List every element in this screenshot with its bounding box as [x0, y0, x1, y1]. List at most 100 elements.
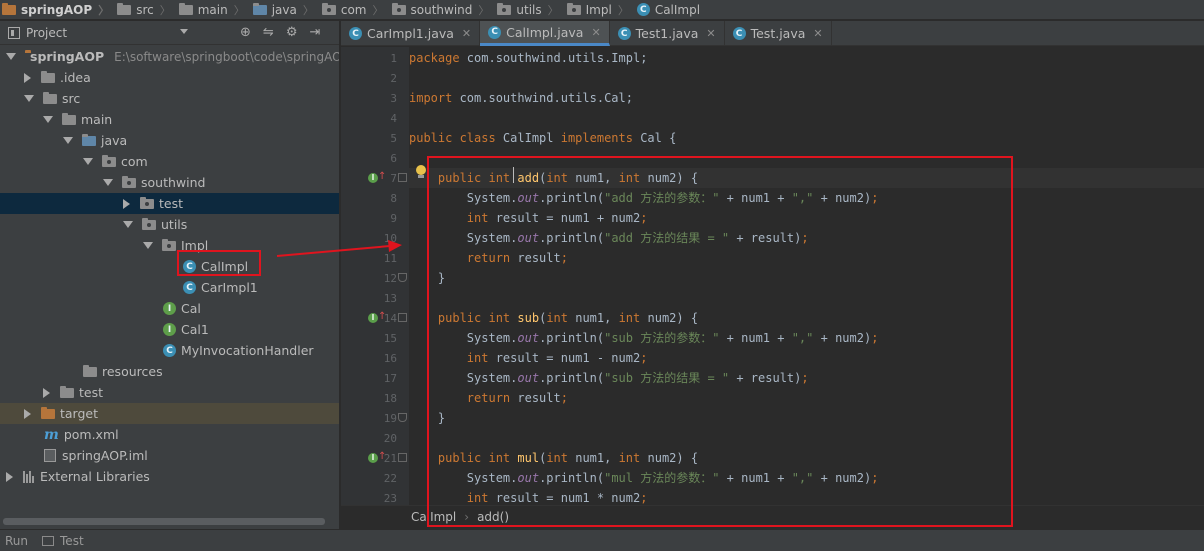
expand-arrow-icon[interactable]	[24, 95, 34, 102]
collapse-arrow-icon[interactable]	[24, 408, 31, 419]
tree-item-myinvocationhandler[interactable]: C MyInvocationHandler	[0, 340, 339, 361]
line-number: 22	[383, 472, 397, 485]
tree-item-idea[interactable]: .idea	[0, 67, 339, 88]
breadcrumb-calimpl[interactable]: C CalImpl	[633, 0, 702, 19]
project-panel-title: Project	[26, 25, 68, 40]
fold-marker-icon[interactable]	[398, 173, 407, 182]
breadcrumb-com[interactable]: com 〉	[318, 0, 388, 19]
tree-item-src[interactable]: src	[0, 88, 339, 109]
fold-marker-icon[interactable]	[398, 413, 407, 422]
tab-test1[interactable]: C Test1.java ✕	[610, 21, 725, 46]
view-mode-dropdown-icon[interactable]	[180, 29, 188, 34]
package-icon	[566, 2, 581, 15]
implements-method-icon[interactable]: I ↑	[368, 451, 386, 464]
footer-class-crumb[interactable]: CalImpl	[411, 510, 456, 524]
collapse-all-icon[interactable]: ⇋	[263, 25, 274, 40]
expand-arrow-icon[interactable]	[6, 53, 16, 60]
tree-item-springaop[interactable]: springAOP E:\software\springboot\code\spr…	[0, 46, 340, 67]
collapse-arrow-icon[interactable]	[123, 198, 130, 209]
collapse-arrow-icon[interactable]	[24, 72, 31, 83]
tree-item-main[interactable]: main	[0, 109, 339, 130]
breadcrumb-label: CalImpl	[654, 2, 701, 17]
implements-method-icon[interactable]: I ↑	[368, 171, 386, 184]
line-number-gutter: 1 2 3 4 5 6 7 8 9 10 11 12 13 14 15 16 17 18 19 20 21 22 23	[341, 47, 397, 505]
hide-panel-icon[interactable]: ⇥	[309, 25, 320, 40]
line-number: 23	[383, 492, 397, 505]
tree-item-resources[interactable]: resources	[0, 361, 339, 382]
close-icon[interactable]: ✕	[706, 27, 715, 40]
tab-calimpl[interactable]: C CalImpl.java ✕	[480, 21, 610, 46]
tree-item-label: Impl	[181, 238, 209, 253]
tab-test[interactable]: C Test.java ✕	[725, 21, 832, 46]
settings-gear-icon[interactable]: ⚙	[286, 25, 298, 40]
tree-item-calimpl[interactable]: C CalImpl	[0, 256, 339, 277]
collapse-arrow-icon[interactable]	[6, 471, 13, 482]
folder-icon	[252, 2, 267, 15]
tab-carimpl1[interactable]: C CarImpl1.java ✕	[341, 21, 481, 46]
tree-item-cal[interactable]: I Cal	[0, 298, 339, 319]
tree-item-external-libraries[interactable]: External Libraries	[0, 466, 339, 487]
breadcrumb-utils[interactable]: utils 〉	[493, 0, 562, 19]
tree-item-utils[interactable]: utils	[0, 214, 339, 235]
breadcrumb-src[interactable]: src 〉	[113, 0, 175, 19]
line-number: 4	[390, 112, 397, 125]
folder-icon	[178, 2, 193, 15]
tree-item-southwind[interactable]: southwind	[0, 172, 339, 193]
tree-item-java[interactable]: java	[0, 130, 339, 151]
breadcrumb-impl[interactable]: Impl 〉	[563, 0, 633, 19]
tree-item-iml[interactable]: springAOP.iml	[0, 445, 339, 466]
test-run-label[interactable]: Test	[60, 534, 84, 548]
implements-method-icon[interactable]: I ↑	[368, 311, 386, 324]
expand-arrow-icon[interactable]	[123, 221, 133, 228]
code-line: int result = num1 - num2;	[466, 351, 648, 365]
footer-method-crumb[interactable]: add()	[477, 510, 509, 524]
locate-icon[interactable]: ⊕	[240, 25, 251, 40]
expand-arrow-icon[interactable]	[63, 137, 73, 144]
breadcrumb-springaop[interactable]: springAOP 〉	[0, 0, 113, 19]
tree-item-impl[interactable]: Impl	[0, 235, 339, 256]
breadcrumb-label: southwind	[410, 2, 473, 17]
breadcrumb-main[interactable]: main 〉	[175, 0, 249, 19]
breadcrumb-label: com	[340, 2, 367, 17]
class-icon: C	[349, 27, 362, 40]
tree-item-carimpl1[interactable]: C CarImpl1	[0, 277, 339, 298]
collapse-arrow-icon[interactable]	[43, 387, 50, 398]
close-icon[interactable]: ✕	[462, 27, 471, 40]
tree-item-pom[interactable]: m pom.xml	[0, 424, 339, 445]
expand-arrow-icon[interactable]	[83, 158, 93, 165]
close-icon[interactable]: ✕	[591, 26, 600, 39]
run-status-bar: Run Test	[0, 529, 1204, 551]
tree-item-cal1[interactable]: I Cal1	[0, 319, 339, 340]
module-file-icon	[44, 449, 56, 462]
resources-folder-icon	[83, 364, 97, 377]
horizontal-scrollbar[interactable]	[3, 518, 325, 525]
interface-icon: I	[163, 302, 176, 315]
line-number: 9	[390, 212, 397, 225]
run-label[interactable]: Run	[5, 534, 28, 548]
interface-icon: I	[163, 323, 176, 336]
code-line: System.out.println("add 方法的参数：" + num1 +…	[409, 191, 879, 205]
project-path: E:\software\springboot\code\springAOP	[114, 49, 340, 64]
tree-item-target[interactable]: target	[0, 403, 339, 424]
fold-marker-icon[interactable]	[398, 453, 407, 462]
class-icon: C	[183, 281, 196, 294]
expand-arrow-icon[interactable]	[103, 179, 113, 186]
tree-item-label: test	[159, 196, 184, 211]
intention-bulb-icon[interactable]	[416, 165, 428, 179]
tree-item-test-dir[interactable]: test	[0, 382, 339, 403]
folder-icon	[43, 91, 57, 104]
close-icon[interactable]: ✕	[813, 27, 822, 40]
tree-item-label: springAOP.iml	[62, 448, 148, 463]
breadcrumb-java[interactable]: java 〉	[249, 0, 318, 19]
tab-label: CarImpl1.java	[367, 26, 454, 41]
tree-item-test-package[interactable]: test	[0, 193, 339, 214]
fold-marker-icon[interactable]	[398, 273, 407, 282]
class-icon: C	[183, 260, 196, 273]
expand-arrow-icon[interactable]	[43, 116, 53, 123]
fold-marker-icon[interactable]	[398, 313, 407, 322]
breadcrumb-southwind[interactable]: southwind 〉	[388, 0, 494, 19]
tree-item-com[interactable]: com	[0, 151, 339, 172]
expand-arrow-icon[interactable]	[143, 242, 153, 249]
code-editor[interactable]: 1 2 3 4 5 6 7 8 9 10 11 12 13 14 15 16 17 18 19 20 21 22 23 I ↑…	[341, 47, 1204, 505]
class-icon: C	[488, 25, 502, 39]
